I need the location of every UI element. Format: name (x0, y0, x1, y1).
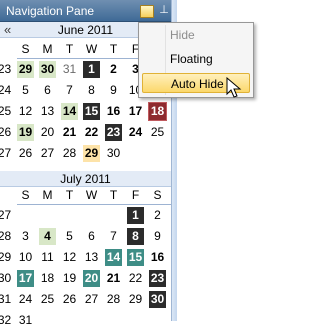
pin-icon[interactable]: ⊥ (158, 3, 170, 18)
calendar-day[interactable]: 31 (61, 61, 78, 78)
calendar-day[interactable]: 22 (83, 124, 100, 141)
calendar-day[interactable]: 22 (127, 270, 144, 287)
day-of-week-label: S (21, 188, 30, 202)
calendar-day[interactable]: 17 (17, 270, 34, 287)
calendar-day[interactable]: 8 (83, 82, 100, 99)
calendar-day[interactable]: 20 (39, 124, 56, 141)
calendar-day[interactable]: 11 (39, 249, 56, 266)
july-dow-separator (17, 204, 171, 205)
calendar-day[interactable]: 20 (83, 270, 100, 287)
calendar-day[interactable]: 26 (17, 145, 34, 162)
calendar-day[interactable]: 5 (61, 228, 78, 245)
calendar-day[interactable]: 27 (83, 291, 100, 308)
calendar-day[interactable]: 18 (39, 270, 56, 287)
day-of-week-label: M (42, 42, 53, 56)
calendar-day[interactable]: 17 (127, 103, 144, 120)
calendar-day[interactable]: 15 (83, 103, 100, 120)
calendar-day[interactable]: 30 (149, 291, 166, 308)
calendar-day[interactable]: 1 (83, 61, 100, 78)
calendar-day[interactable]: 28 (61, 145, 78, 162)
calendar-day[interactable]: 14 (105, 249, 122, 266)
calendar-day[interactable]: 6 (39, 82, 56, 99)
calendar-day[interactable]: 4 (39, 228, 56, 245)
calendar-day[interactable]: 21 (61, 124, 78, 141)
navigation-pane-header: Navigation Pane ⊥ (0, 0, 171, 22)
calendar-day[interactable]: 18 (148, 102, 167, 121)
menu-item-floating-label: Floating (170, 52, 213, 66)
week-number[interactable]: 25 (0, 103, 13, 120)
menu-item-floating[interactable]: Floating (142, 49, 250, 69)
calendar-day[interactable]: 29 (83, 145, 100, 162)
day-of-week-label: F (131, 188, 140, 202)
calendar-day[interactable]: 15 (127, 249, 144, 266)
calendar-day[interactable]: 14 (61, 103, 78, 120)
week-number[interactable]: 26 (0, 124, 13, 141)
day-of-week-label: S (21, 42, 30, 56)
calendar-day[interactable]: 24 (17, 291, 34, 308)
calendar-day[interactable]: 1 (127, 207, 144, 224)
calendar-day[interactable]: 6 (83, 228, 100, 245)
calendar-day[interactable]: 12 (17, 103, 34, 120)
mouse-cursor-icon (226, 77, 242, 98)
calendar-day[interactable]: 29 (17, 61, 34, 78)
calendar-day[interactable]: 27 (39, 145, 56, 162)
calendar-day[interactable]: 23 (105, 124, 122, 141)
calendar-day[interactable]: 12 (61, 249, 78, 266)
calendar-day[interactable]: 21 (105, 270, 122, 287)
calendar-day[interactable]: 9 (149, 228, 166, 245)
calendar-day[interactable]: 7 (105, 228, 122, 245)
day-of-week-label: W (85, 188, 98, 202)
day-of-week-label: T (65, 42, 74, 56)
calendar-day[interactable]: 2 (105, 61, 122, 78)
pane-dropdown-button[interactable] (140, 5, 154, 18)
calendar-day[interactable]: 16 (149, 249, 166, 266)
calendar-day[interactable]: 8 (127, 228, 144, 245)
calendar-day[interactable]: 16 (105, 103, 122, 120)
july-calendar-title: July 2011 (60, 172, 111, 186)
calendar-day[interactable]: 25 (149, 124, 166, 141)
menu-item-hide[interactable]: Hide (142, 25, 250, 45)
day-of-week-label: T (65, 188, 74, 202)
day-of-week-label: T (109, 188, 118, 202)
calendar-day[interactable]: 24 (127, 124, 144, 141)
calendar-day[interactable]: 13 (39, 103, 56, 120)
day-of-week-label: S (153, 188, 162, 202)
calendar-day[interactable]: 25 (39, 291, 56, 308)
calendar-day[interactable]: 13 (83, 249, 100, 266)
week-number[interactable]: 27 (0, 145, 13, 162)
calendar-day[interactable]: 9 (105, 82, 122, 99)
week-number[interactable]: 31 (0, 291, 13, 308)
calendar-day[interactable]: 19 (61, 270, 78, 287)
week-number[interactable]: 24 (0, 82, 13, 99)
day-of-week-label: M (42, 188, 53, 202)
calendar-day[interactable]: 3 (17, 228, 34, 245)
calendar-day[interactable]: 23 (149, 270, 166, 287)
calendar-day[interactable]: 19 (17, 124, 34, 141)
calendar-day[interactable]: 30 (105, 145, 122, 162)
july-calendar-header: July 2011 (0, 171, 171, 187)
menu-item-auto-hide-label: Auto Hide (171, 77, 224, 91)
calendar-day[interactable]: 7 (61, 82, 78, 99)
calendar-day[interactable]: 10 (17, 249, 34, 266)
week-number[interactable]: 28 (0, 228, 13, 245)
day-of-week-label: T (109, 42, 118, 56)
calendar-day[interactable]: 28 (105, 291, 122, 308)
calendar-day[interactable]: 29 (127, 291, 144, 308)
week-number[interactable]: 29 (0, 249, 13, 266)
week-number[interactable]: 27 (0, 207, 13, 224)
calendar-day[interactable]: 5 (17, 82, 34, 99)
day-of-week-label: W (85, 42, 98, 56)
calendar-day[interactable]: 26 (61, 291, 78, 308)
week-number[interactable]: 30 (0, 270, 13, 287)
week-number[interactable]: 23 (0, 61, 13, 78)
calendar-day[interactable]: 30 (39, 61, 56, 78)
calendar-day[interactable]: 2 (149, 207, 166, 224)
pane-title: Navigation Pane (6, 4, 95, 18)
menu-item-hide-label: Hide (170, 28, 195, 42)
